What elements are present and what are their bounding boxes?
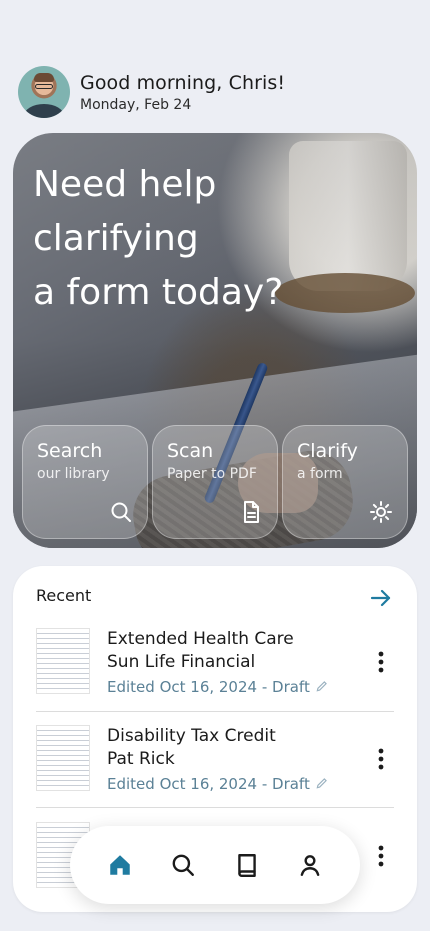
- recent-item-extended-health-care[interactable]: Extended Health Care Sun Life Financial …: [36, 628, 394, 724]
- arrow-right-icon[interactable]: [369, 586, 393, 610]
- recent-heading: Recent: [36, 586, 92, 605]
- greeting-block: Good morning, Chris! Monday, Feb 24: [80, 72, 285, 113]
- bottom-navigation: [70, 826, 360, 904]
- avatar[interactable]: [18, 66, 70, 118]
- document-thumbnail: [36, 725, 90, 791]
- recent-item-edited: Edited Oct 16, 2024 - Draft: [107, 678, 329, 696]
- hero-headline: Need help clarifying a form today?: [33, 158, 333, 320]
- profile-icon[interactable]: [297, 852, 323, 878]
- more-vertical-icon[interactable]: [376, 747, 386, 771]
- search-action-subtitle: our library: [37, 466, 110, 482]
- recent-item-edited-text: Edited Oct 16, 2024 - Draft: [107, 678, 310, 696]
- divider: [36, 807, 394, 808]
- clarify-form-button[interactable]: Clarify a form: [282, 425, 408, 539]
- scan-action-title: Scan: [167, 440, 214, 462]
- search-icon[interactable]: [170, 852, 196, 878]
- greeting-text: Good morning, Chris!: [80, 71, 286, 94]
- recent-item-subtitle: Pat Rick: [107, 749, 175, 769]
- clarify-action-title: Clarify: [297, 440, 358, 462]
- sparkle-icon: [370, 501, 392, 523]
- hero-card: Need help clarifying a form today? Searc…: [13, 133, 417, 548]
- recent-item-form-name: Extended Health Care: [107, 629, 294, 649]
- recent-item-form-name: Disability Tax Credit: [107, 726, 276, 746]
- scan-action-subtitle: Paper to PDF: [167, 466, 257, 482]
- clarify-action-subtitle: a form: [297, 466, 343, 482]
- pencil-icon: [316, 778, 327, 789]
- recent-item-edited: Edited Oct 16, 2024 - Draft: [107, 775, 329, 793]
- document-thumbnail: [36, 628, 90, 694]
- more-vertical-icon[interactable]: [376, 844, 386, 868]
- date-text: Monday, Feb 24: [80, 96, 192, 113]
- home-icon[interactable]: [107, 852, 133, 878]
- scan-pdf-button[interactable]: Scan Paper to PDF: [152, 425, 278, 539]
- greeting-header: Good morning, Chris! Monday, Feb 24: [18, 66, 285, 118]
- recent-item-title: Extended Health Care Sun Life Financial: [107, 628, 294, 674]
- search-icon: [111, 502, 131, 522]
- more-vertical-icon[interactable]: [376, 650, 386, 674]
- search-action-title: Search: [37, 440, 103, 462]
- recent-item-edited-text: Edited Oct 16, 2024 - Draft: [107, 775, 310, 793]
- hero-headline-line-2: clarifying: [33, 218, 199, 259]
- pencil-icon: [316, 681, 327, 692]
- recent-item-title: Disability Tax Credit Pat Rick: [107, 725, 276, 771]
- divider: [36, 711, 394, 712]
- book-icon[interactable]: [234, 852, 260, 878]
- hero-headline-line-1: Need help: [33, 164, 217, 205]
- document-icon: [244, 501, 259, 523]
- hero-headline-line-3: a form today?: [33, 272, 284, 313]
- recent-item-subtitle: Sun Life Financial: [107, 652, 256, 672]
- search-library-button[interactable]: Search our library: [22, 425, 148, 539]
